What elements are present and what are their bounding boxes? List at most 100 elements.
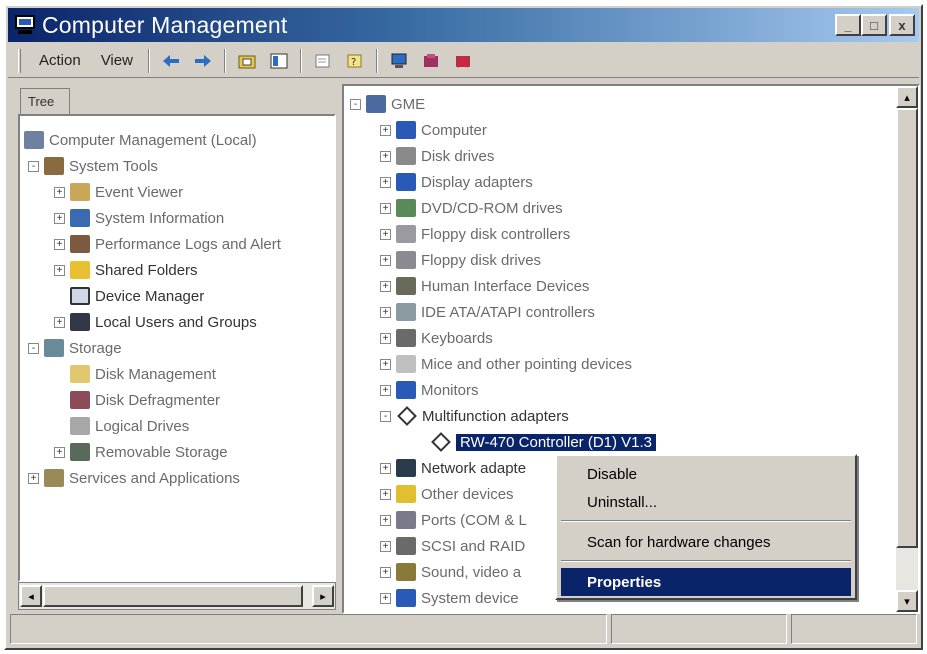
scroll-up-button[interactable]: ▴ (896, 86, 918, 108)
device-category-mice[interactable]: + Mice and other pointing devices (380, 352, 632, 376)
help-icon[interactable]: ? (344, 51, 366, 71)
device-category-scsi[interactable]: + SCSI and RAID (380, 534, 525, 558)
device-category-system[interactable]: + System device (380, 586, 519, 610)
scroll-left-button[interactable]: ◂ (20, 585, 42, 607)
device-category-label: Ports (COM & L (421, 511, 527, 529)
scroll-thumb[interactable] (896, 108, 918, 548)
back-arrow-icon[interactable] (160, 51, 182, 71)
menu-view[interactable]: View (91, 52, 143, 69)
expand-toggle[interactable]: + (380, 202, 391, 214)
tree-item-performance-logs[interactable]: + Performance Logs and Alert (54, 232, 281, 256)
expand-toggle[interactable]: + (380, 124, 391, 136)
device-category-monitors[interactable]: + Monitors (380, 378, 479, 402)
device-category-floppy-controllers[interactable]: + Floppy disk controllers (380, 222, 570, 246)
device-category-network[interactable]: + Network adapte (380, 456, 526, 480)
collapse-toggle[interactable]: - (380, 410, 391, 422)
menu-action[interactable]: Action (29, 52, 91, 69)
expand-toggle[interactable]: + (380, 540, 391, 552)
tree-item-logical-drives[interactable]: Logical Drives (70, 414, 189, 438)
device-category-disk-drives[interactable]: + Disk drives (380, 144, 494, 168)
removable-storage-icon (70, 443, 90, 461)
expand-toggle[interactable]: + (380, 566, 391, 578)
collapse-toggle[interactable]: - (28, 160, 39, 172)
maximize-button[interactable]: □ (861, 14, 887, 36)
menu-item-scan-hardware[interactable]: Scan for hardware changes (561, 528, 851, 556)
tree-item-computer-management[interactable]: Computer Management (Local) (24, 128, 257, 152)
tree-item-device-manager[interactable]: Device Manager (70, 284, 204, 308)
expand-toggle[interactable]: + (54, 446, 65, 458)
expand-toggle[interactable]: + (54, 186, 65, 198)
tree-item-storage[interactable]: - Storage (28, 336, 122, 360)
status-pane (611, 614, 787, 644)
expand-toggle[interactable]: + (28, 472, 39, 484)
expand-toggle[interactable]: + (380, 280, 391, 292)
menu-item-uninstall[interactable]: Uninstall... (561, 488, 851, 516)
device-category-ide[interactable]: + IDE ATA/ATAPI controllers (380, 300, 595, 324)
tree-item-local-users[interactable]: + Local Users and Groups (54, 310, 257, 334)
expand-toggle[interactable]: + (380, 514, 391, 526)
expand-toggle[interactable]: + (380, 306, 391, 318)
device-manager-icon (70, 287, 90, 305)
device-category-display-adapters[interactable]: + Display adapters (380, 170, 533, 194)
device-category-other[interactable]: + Other devices (380, 482, 514, 506)
device-category-multifunction[interactable]: - Multifunction adapters (380, 404, 569, 428)
expand-toggle[interactable]: + (380, 592, 391, 604)
device-category-label: Monitors (421, 381, 479, 399)
minimize-button[interactable]: _ (835, 14, 861, 36)
tree-item-label: Disk Defragmenter (95, 391, 221, 409)
tree-item-event-viewer[interactable]: + Event Viewer (54, 180, 183, 204)
horizontal-scrollbar[interactable]: ◂ ▸ (18, 582, 336, 610)
menu-item-properties[interactable]: Properties (561, 568, 851, 596)
tab-tree[interactable]: Tree (20, 88, 70, 114)
menu-item-disable[interactable]: Disable (561, 460, 851, 488)
expand-toggle[interactable]: + (380, 228, 391, 240)
tree-item-disk-management[interactable]: Disk Management (70, 362, 216, 386)
expand-toggle[interactable]: + (380, 332, 391, 344)
expand-toggle[interactable]: + (54, 212, 65, 224)
uninstall-icon[interactable] (452, 51, 474, 71)
device-tree-root[interactable]: - GME (350, 92, 425, 116)
expand-toggle[interactable]: + (380, 488, 391, 500)
device-category-keyboards[interactable]: + Keyboards (380, 326, 493, 350)
device-category-ports[interactable]: + Ports (COM & L (380, 508, 527, 532)
close-button[interactable]: x (889, 14, 915, 36)
expand-toggle[interactable]: + (54, 264, 65, 276)
toolbar-grip[interactable] (18, 48, 21, 73)
device-category-hid[interactable]: + Human Interface Devices (380, 274, 589, 298)
tree-item-system-tools[interactable]: - System Tools (28, 154, 158, 178)
tree-item-shared-folders[interactable]: + Shared Folders (54, 258, 198, 282)
title-bar[interactable]: Computer Management _ □ x (8, 8, 919, 42)
expand-toggle[interactable]: + (380, 384, 391, 396)
tree-item-services-applications[interactable]: + Services and Applications (28, 466, 240, 490)
up-folder-icon[interactable] (236, 51, 258, 71)
toolbar-separator (375, 48, 378, 73)
device-category-label: Sound, video a (421, 563, 522, 581)
tree-item-system-information[interactable]: + System Information (54, 206, 224, 230)
show-tree-icon[interactable] (268, 51, 290, 71)
device-item-rw470-controller[interactable]: RW-470 Controller (D1) V1.3 (430, 430, 657, 454)
device-category-computer[interactable]: + Computer (380, 118, 487, 142)
scroll-down-button[interactable]: ▾ (896, 590, 918, 612)
expand-toggle[interactable]: + (380, 358, 391, 370)
expand-toggle[interactable]: + (380, 462, 391, 474)
vertical-scrollbar[interactable]: ▴ ▾ (896, 86, 918, 612)
computer-icon[interactable] (388, 51, 410, 71)
collapse-toggle[interactable]: - (350, 98, 361, 110)
scroll-thumb[interactable] (43, 585, 303, 607)
device-category-floppy-drives[interactable]: + Floppy disk drives (380, 248, 541, 272)
tree-item-disk-defragmenter[interactable]: Disk Defragmenter (70, 388, 220, 412)
device-category-dvd-cdrom[interactable]: + DVD/CD-ROM drives (380, 196, 563, 220)
forward-arrow-icon[interactable] (192, 51, 214, 71)
scroll-right-button[interactable]: ▸ (312, 585, 334, 607)
expand-toggle[interactable]: + (54, 238, 65, 250)
expand-toggle[interactable]: + (380, 254, 391, 266)
system-device-icon (396, 589, 416, 607)
expand-toggle[interactable]: + (380, 150, 391, 162)
expand-toggle[interactable]: + (380, 176, 391, 188)
collapse-toggle[interactable]: - (28, 342, 39, 354)
properties-icon[interactable] (312, 51, 334, 71)
scan-icon[interactable] (420, 51, 442, 71)
expand-toggle[interactable]: + (54, 316, 65, 328)
device-category-sound[interactable]: + Sound, video a (380, 560, 521, 584)
tree-item-removable-storage[interactable]: + Removable Storage (54, 440, 228, 464)
